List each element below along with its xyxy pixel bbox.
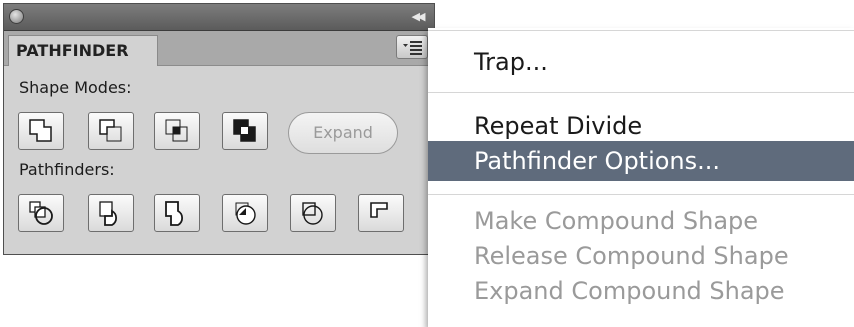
pathfinder-flyout-menu: Trap... Repeat Divide Pathfinder Options…	[428, 28, 854, 327]
minus-back-button[interactable]	[358, 194, 404, 232]
trim-icon	[99, 201, 118, 226]
menu-item-expand-compound-shape: Expand Compound Shape	[474, 277, 785, 305]
panel-menu-icon	[403, 41, 422, 55]
minus-front-icon	[99, 119, 122, 142]
menu-separator	[428, 194, 854, 195]
menu-item-trap[interactable]: Trap...	[428, 42, 854, 82]
merge-button[interactable]	[154, 194, 200, 232]
crop-button[interactable]	[222, 194, 268, 232]
unite-button[interactable]	[18, 112, 64, 150]
menu-separator	[428, 92, 854, 93]
menu-item-release-compound-shape: Release Compound Shape	[474, 242, 789, 270]
exclude-icon	[233, 119, 256, 142]
menu-item-make-compound-shape: Make Compound Shape	[474, 207, 759, 235]
outline-icon	[302, 202, 323, 225]
panel-tabbar: PATHFINDER	[4, 31, 434, 66]
trim-button[interactable]	[88, 194, 134, 232]
exclude-button[interactable]	[222, 112, 268, 150]
minus-front-button[interactable]	[88, 112, 134, 150]
merge-icon	[165, 201, 184, 226]
divide-icon	[29, 201, 53, 225]
pathfinders-label: Pathfinders:	[19, 160, 115, 179]
pathfinder-panel: ◀◀ PATHFINDER Shape Modes: Expand Pathfi…	[3, 3, 435, 255]
menu-separator	[428, 30, 854, 31]
panel-titlebar[interactable]: ◀◀	[4, 4, 434, 31]
minus-back-icon	[370, 202, 388, 218]
shape-modes-label: Shape Modes:	[19, 78, 132, 97]
menu-item-pathfinder-options[interactable]: Pathfinder Options...	[428, 141, 854, 181]
panel-menu-button[interactable]	[396, 35, 428, 59]
tab-pathfinder[interactable]: PATHFINDER	[8, 35, 158, 66]
crop-icon	[235, 202, 256, 225]
expand-button[interactable]: Expand	[288, 112, 398, 154]
outline-button[interactable]	[290, 194, 336, 232]
collapse-icon[interactable]: ◀◀	[406, 8, 428, 26]
intersect-icon	[165, 119, 188, 142]
unite-icon	[29, 119, 52, 142]
close-icon[interactable]	[9, 9, 24, 24]
intersect-button[interactable]	[154, 112, 200, 150]
divide-button[interactable]	[18, 194, 64, 232]
menu-item-repeat-divide[interactable]: Repeat Divide	[428, 106, 854, 146]
